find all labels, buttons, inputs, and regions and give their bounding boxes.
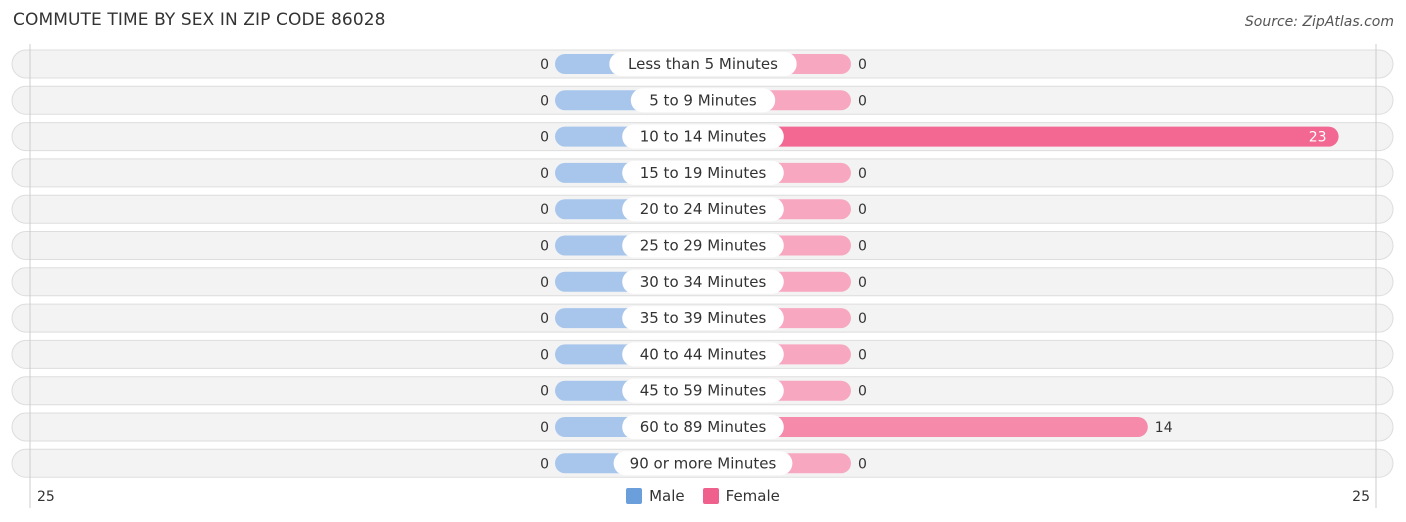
value-label-female: 23 [1309, 130, 1327, 146]
category-label: 30 to 34 Minutes [640, 273, 767, 291]
value-label-male: 0 [540, 456, 549, 472]
value-label-female: 0 [858, 57, 867, 73]
value-label-female: 0 [858, 347, 867, 363]
value-label-male: 0 [540, 130, 549, 146]
value-label-male: 0 [540, 239, 549, 255]
value-label-female: 0 [858, 311, 867, 327]
value-label-male: 0 [540, 166, 549, 182]
category-label: 15 to 19 Minutes [640, 164, 767, 182]
value-label-male: 0 [540, 275, 549, 291]
value-label-male: 0 [540, 93, 549, 109]
category-label: 10 to 14 Minutes [640, 128, 767, 146]
value-label-female: 0 [858, 202, 867, 218]
category-label: 5 to 9 Minutes [649, 91, 757, 109]
legend-label-male: Male [649, 487, 685, 505]
category-label: 45 to 59 Minutes [640, 382, 767, 400]
category-label: 35 to 39 Minutes [640, 309, 767, 327]
value-label-male: 0 [540, 420, 549, 436]
bar-female [703, 126, 1339, 147]
legend: Male Female [0, 487, 1406, 505]
value-label-male: 0 [540, 384, 549, 400]
category-label: 90 or more Minutes [630, 454, 777, 472]
value-label-male: 0 [540, 202, 549, 218]
legend-item-female[interactable]: Female [702, 487, 780, 505]
category-label: 25 to 29 Minutes [640, 237, 767, 255]
value-label-female: 0 [858, 93, 867, 109]
value-label-female: 0 [858, 456, 867, 472]
value-label-female: 0 [858, 275, 867, 291]
value-label-female: 0 [858, 384, 867, 400]
value-label-male: 0 [540, 347, 549, 363]
value-label-male: 0 [540, 311, 549, 327]
value-label-female: 0 [858, 239, 867, 255]
value-label-female: 0 [858, 166, 867, 182]
legend-item-male[interactable]: Male [626, 487, 685, 505]
butterfly-chart: 0 0 Less than 5 Minutes 0 0 5 to 9 Minutes 0 23… [11, 44, 1394, 508]
category-label: 40 to 44 Minutes [640, 345, 767, 363]
value-label-male: 0 [540, 57, 549, 73]
legend-swatch-male [626, 488, 643, 504]
category-label: 20 to 24 Minutes [640, 200, 767, 218]
legend-label-female: Female [725, 487, 780, 505]
category-label: Less than 5 Minutes [628, 55, 778, 73]
category-label: 60 to 89 Minutes [640, 418, 767, 436]
value-label-female: 14 [1155, 420, 1173, 436]
legend-swatch-female [702, 488, 719, 504]
